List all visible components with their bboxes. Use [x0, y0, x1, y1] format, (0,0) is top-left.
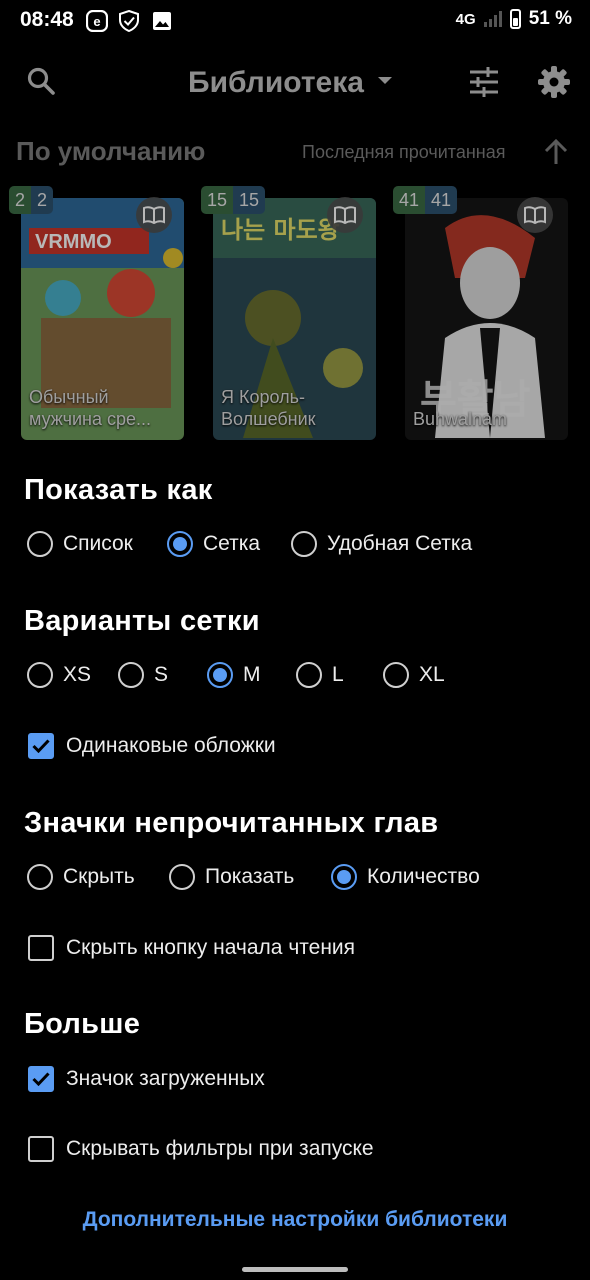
radio-button[interactable]: [296, 662, 322, 688]
signal-icon: [483, 11, 502, 27]
manga-card[interactable]: VRMMO Обычный мужчина сре...: [21, 198, 184, 440]
option-label: Показать: [205, 865, 295, 888]
network-type: 4G: [455, 10, 476, 28]
svg-text:나는 마도왕: 나는 마도왕: [221, 216, 340, 244]
display-option-list[interactable]: Список: [27, 531, 133, 557]
checkbox-label: Одинаковые обложки: [66, 734, 276, 757]
start-reading-button[interactable]: [517, 197, 553, 233]
search-icon[interactable]: [24, 64, 60, 100]
checkmark-icon: [32, 739, 50, 753]
radio-button[interactable]: [167, 531, 193, 557]
download-count: 2: [31, 186, 54, 214]
book-open-icon: [334, 206, 356, 224]
unread-badges-title: Значки непрочитанных глав: [24, 807, 439, 839]
arrow-up-icon[interactable]: [542, 138, 570, 166]
option-label: XS: [63, 663, 92, 686]
checkbox-label: Скрыть кнопку начала чтения: [66, 936, 356, 959]
download-badge-checkbox[interactable]: Значок загруженных: [28, 1066, 265, 1092]
uniform-covers-checkbox[interactable]: Одинаковые обложки: [28, 733, 276, 759]
option-label: Количество: [367, 865, 480, 888]
download-count: 15: [233, 186, 266, 214]
display-option-comfortable-grid[interactable]: Удобная Сетка: [291, 531, 472, 557]
manga-card[interactable]: 부활남 Buhwalnam: [405, 198, 568, 440]
hide-filters-checkbox[interactable]: Скрывать фильтры при запуске: [28, 1136, 374, 1162]
unread-badge: 22: [9, 186, 54, 214]
option-label: Сетка: [203, 532, 261, 555]
radio-button[interactable]: [27, 864, 53, 890]
option-label: Удобная Сетка: [327, 532, 473, 555]
filter-tune-icon[interactable]: [466, 64, 502, 100]
svg-text:e: e: [93, 14, 100, 29]
library-grid: VRMMO Обычный мужчина сре... 나는 마도왕 Я Ко…: [0, 184, 590, 444]
checkbox-label: Значок загруженных: [66, 1067, 265, 1090]
advanced-library-settings-link[interactable]: Дополнительные настройки библиотеки: [0, 1208, 590, 1232]
option-label: XL: [419, 663, 445, 686]
image-icon: [153, 12, 171, 30]
svg-text:VRMMO: VRMMO: [35, 231, 112, 253]
e-app-icon: e: [86, 10, 108, 32]
radio-button[interactable]: [207, 662, 233, 688]
grid-size-m[interactable]: M: [207, 662, 261, 688]
radio-button[interactable]: [331, 864, 357, 890]
badge-option-show[interactable]: Показать: [169, 864, 294, 890]
grid-size-xs[interactable]: XS: [27, 662, 91, 688]
top-app-bar: Библиотека: [0, 54, 590, 110]
download-count: 41: [425, 186, 458, 214]
display-option-grid[interactable]: Сетка: [167, 531, 260, 557]
library-title[interactable]: Библиотека: [188, 66, 364, 100]
radio-button[interactable]: [118, 662, 144, 688]
checkbox[interactable]: [28, 1066, 54, 1092]
manga-title: Я Король-Волшебник: [221, 387, 316, 429]
status-right: 4G 51 %: [456, 8, 572, 30]
option-label: S: [154, 663, 169, 686]
grid-size-s[interactable]: S: [118, 662, 168, 688]
unread-badge: 41 41: [393, 186, 458, 214]
unread-count: 15: [201, 186, 234, 214]
option-label: L: [332, 663, 344, 686]
start-reading-button[interactable]: [327, 197, 363, 233]
radio-button[interactable]: [383, 662, 409, 688]
checkbox-label: Скрывать фильтры при запуске: [66, 1137, 374, 1160]
checkbox[interactable]: [28, 733, 54, 759]
gear-icon[interactable]: [536, 64, 572, 100]
book-open-icon: [524, 206, 546, 224]
badge-option-count[interactable]: Количество: [331, 864, 480, 890]
checkbox[interactable]: [28, 935, 54, 961]
sort-row: По умолчанию Последняя прочитанная: [0, 132, 590, 172]
radio-button[interactable]: [169, 864, 195, 890]
grid-size-title: Варианты сетки: [24, 605, 260, 637]
status-time: 08:48: [20, 8, 74, 31]
category-label: По умолчанию: [16, 136, 206, 166]
option-label: M: [243, 663, 261, 686]
battery-percent: 51 %: [528, 8, 572, 29]
grid-size-xl[interactable]: XL: [383, 662, 445, 688]
checkmark-icon: [32, 1072, 50, 1086]
shield-check-icon: [119, 10, 139, 32]
manga-card[interactable]: 나는 마도왕 Я Король-Волшебник: [213, 198, 376, 440]
radio-button[interactable]: [27, 662, 53, 688]
unread-count: 2: [9, 186, 32, 214]
manga-cover-image: 부활남: [405, 198, 568, 440]
manga-title: Обычный мужчина сре...: [29, 387, 152, 429]
battery-icon: [509, 9, 521, 29]
radio-button[interactable]: [291, 531, 317, 557]
unread-badge: 15 15: [201, 186, 266, 214]
status-bar: 08:48 e 4G 51 %: [0, 0, 590, 44]
book-open-icon: [143, 206, 165, 224]
unread-count: 41: [393, 186, 426, 214]
sort-mode-label[interactable]: Последняя прочитанная: [302, 142, 506, 163]
more-title: Больше: [24, 1008, 141, 1040]
checkbox[interactable]: [28, 1136, 54, 1162]
badge-option-hide[interactable]: Скрыть: [27, 864, 135, 890]
gesture-nav-handle[interactable]: [242, 1267, 348, 1272]
grid-size-l[interactable]: L: [296, 662, 344, 688]
hide-start-reading-checkbox[interactable]: Скрыть кнопку начала чтения: [28, 935, 355, 961]
radio-button[interactable]: [27, 531, 53, 557]
chevron-down-icon[interactable]: [377, 76, 393, 86]
option-label: Скрыть: [63, 865, 135, 888]
option-label: Список: [63, 532, 133, 555]
start-reading-button[interactable]: [136, 197, 172, 233]
manga-title: Buhwalnam: [413, 409, 508, 429]
display-mode-title: Показать как: [24, 474, 213, 506]
